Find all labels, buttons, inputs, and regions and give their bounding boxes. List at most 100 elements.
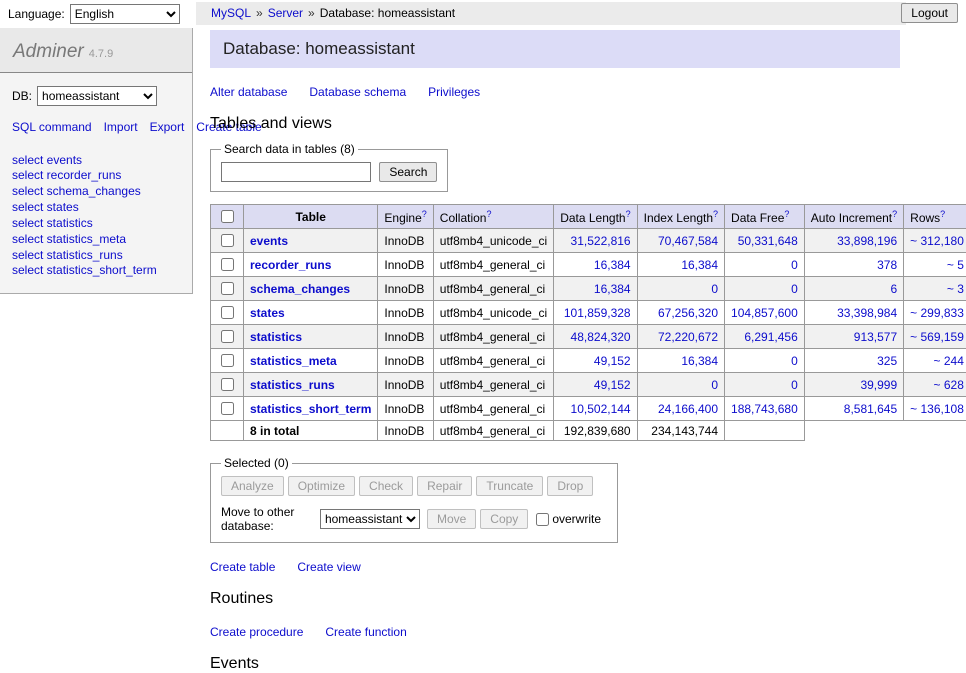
language-select[interactable]: English (70, 4, 180, 24)
row-checkbox[interactable] (221, 354, 234, 367)
auto-increment-link[interactable]: 378 (877, 258, 897, 272)
routine-link-create-function[interactable]: Create function (325, 625, 406, 639)
footer-link-create-table[interactable]: Create table (210, 560, 275, 574)
truncate-button[interactable]: Truncate (476, 476, 543, 496)
sidebar-item-table-select-statistics-runs[interactable]: select statistics_runs (12, 248, 180, 264)
sidebar-action-link-import[interactable]: Import (104, 120, 138, 134)
table-name-link[interactable]: statistics_runs (250, 378, 335, 392)
help-icon[interactable]: ? (940, 209, 945, 219)
repair-button[interactable]: Repair (417, 476, 472, 496)
search-input[interactable] (221, 162, 371, 182)
breadcrumb-link[interactable]: MySQL (211, 6, 251, 20)
db-nav-link-alter-database[interactable]: Alter database (210, 85, 287, 99)
db-select[interactable]: homeassistant (37, 86, 157, 106)
table-name-link[interactable]: states (250, 306, 285, 320)
help-icon[interactable]: ? (713, 209, 718, 219)
data-free-link[interactable]: 0 (791, 282, 798, 296)
row-checkbox[interactable] (221, 330, 234, 343)
optimize-button[interactable]: Optimize (288, 476, 355, 496)
data-length-cell: 101,859,328 (554, 301, 637, 325)
data-free-link[interactable]: 188,743,680 (731, 402, 798, 416)
db-nav-link-privileges[interactable]: Privileges (428, 85, 480, 99)
index-length-link[interactable]: 24,166,400 (658, 402, 718, 416)
sidebar-item-table-select-recorder-runs[interactable]: select recorder_runs (12, 168, 180, 184)
help-icon[interactable]: ? (422, 209, 427, 219)
table-name-link[interactable]: schema_changes (250, 282, 350, 296)
table-name-link[interactable]: events (250, 234, 288, 248)
data-length-link[interactable]: 49,152 (594, 354, 631, 368)
auto-increment-link[interactable]: 39,999 (860, 378, 897, 392)
data-free-link[interactable]: 50,331,648 (738, 234, 798, 248)
index-length-link[interactable]: 16,384 (681, 258, 718, 272)
auto-increment-link[interactable]: 33,398,984 (837, 306, 897, 320)
index-length-link[interactable]: 70,467,584 (658, 234, 718, 248)
drop-button[interactable]: Drop (547, 476, 593, 496)
data-length-link[interactable]: 31,522,816 (571, 234, 631, 248)
copy-button[interactable]: Copy (480, 509, 528, 529)
analyze-button[interactable]: Analyze (221, 476, 284, 496)
row-checkbox[interactable] (221, 258, 234, 271)
data-length-link[interactable]: 48,824,320 (571, 330, 631, 344)
rows-link[interactable]: ~ 136,108 (910, 402, 964, 416)
select-all-checkbox[interactable] (221, 210, 234, 223)
sidebar-item-table-select-statistics-meta[interactable]: select statistics_meta (12, 232, 180, 248)
table-name-link[interactable]: statistics_short_term (250, 402, 371, 416)
index-length-link[interactable]: 72,220,672 (658, 330, 718, 344)
rows-link[interactable]: ~ 244 (934, 354, 964, 368)
data-free-link[interactable]: 0 (791, 378, 798, 392)
table-name-link[interactable]: statistics_meta (250, 354, 337, 368)
row-checkbox[interactable] (221, 402, 234, 415)
sidebar-item-table-select-events[interactable]: select events (12, 153, 180, 169)
rows-link[interactable]: ~ 569,159 (910, 330, 964, 344)
data-length-link[interactable]: 16,384 (594, 258, 631, 272)
rows-link[interactable]: ~ 5 (947, 258, 964, 272)
row-checkbox[interactable] (221, 306, 234, 319)
data-free-link[interactable]: 6,291,456 (744, 330, 797, 344)
routine-link-create-procedure[interactable]: Create procedure (210, 625, 303, 639)
data-length-link[interactable]: 101,859,328 (564, 306, 631, 320)
help-icon[interactable]: ? (892, 209, 897, 219)
search-button[interactable]: Search (379, 162, 437, 182)
sidebar-item-table-select-schema-changes[interactable]: select schema_changes (12, 184, 180, 200)
table-name-link[interactable]: recorder_runs (250, 258, 331, 272)
move-button[interactable]: Move (427, 509, 476, 529)
index-length-link[interactable]: 0 (711, 282, 718, 296)
auto-increment-link[interactable]: 913,577 (854, 330, 897, 344)
data-free-link[interactable]: 0 (791, 258, 798, 272)
help-icon[interactable]: ? (626, 209, 631, 219)
overwrite-checkbox[interactable] (536, 513, 549, 526)
row-checkbox[interactable] (221, 234, 234, 247)
auto-increment-link[interactable]: 8,581,645 (844, 402, 897, 416)
index-length-link[interactable]: 0 (711, 378, 718, 392)
db-nav-link-database-schema[interactable]: Database schema (309, 85, 406, 99)
data-length-link[interactable]: 16,384 (594, 282, 631, 296)
sidebar-item-table-select-statistics[interactable]: select statistics (12, 216, 180, 232)
auto-increment-link[interactable]: 325 (877, 354, 897, 368)
sidebar-item-table-select-states[interactable]: select states (12, 200, 180, 216)
logout-button[interactable]: Logout (901, 3, 958, 23)
data-length-link[interactable]: 49,152 (594, 378, 631, 392)
help-icon[interactable]: ? (784, 209, 789, 219)
row-checkbox[interactable] (221, 378, 234, 391)
auto-increment-link[interactable]: 6 (890, 282, 897, 296)
rows-link[interactable]: ~ 312,180 (910, 234, 964, 248)
row-checkbox[interactable] (221, 282, 234, 295)
rows-link[interactable]: ~ 299,833 (910, 306, 964, 320)
table-name-link[interactable]: statistics (250, 330, 302, 344)
data-length-link[interactable]: 10,502,144 (571, 402, 631, 416)
help-icon[interactable]: ? (486, 209, 491, 219)
data-free-link[interactable]: 0 (791, 354, 798, 368)
auto-increment-link[interactable]: 33,898,196 (837, 234, 897, 248)
sidebar-action-link-sql-command[interactable]: SQL command (12, 120, 92, 134)
index-length-link[interactable]: 67,256,320 (658, 306, 718, 320)
rows-link[interactable]: ~ 628 (934, 378, 964, 392)
rows-link[interactable]: ~ 3 (947, 282, 964, 296)
index-length-link[interactable]: 16,384 (681, 354, 718, 368)
move-db-select[interactable]: homeassistant (320, 509, 420, 529)
sidebar-action-link-export[interactable]: Export (150, 120, 185, 134)
data-free-link[interactable]: 104,857,600 (731, 306, 798, 320)
check-button[interactable]: Check (359, 476, 413, 496)
breadcrumb-link[interactable]: Server (268, 6, 303, 20)
sidebar-item-table-select-statistics-short-term[interactable]: select statistics_short_term (12, 263, 180, 279)
footer-link-create-view[interactable]: Create view (297, 560, 360, 574)
